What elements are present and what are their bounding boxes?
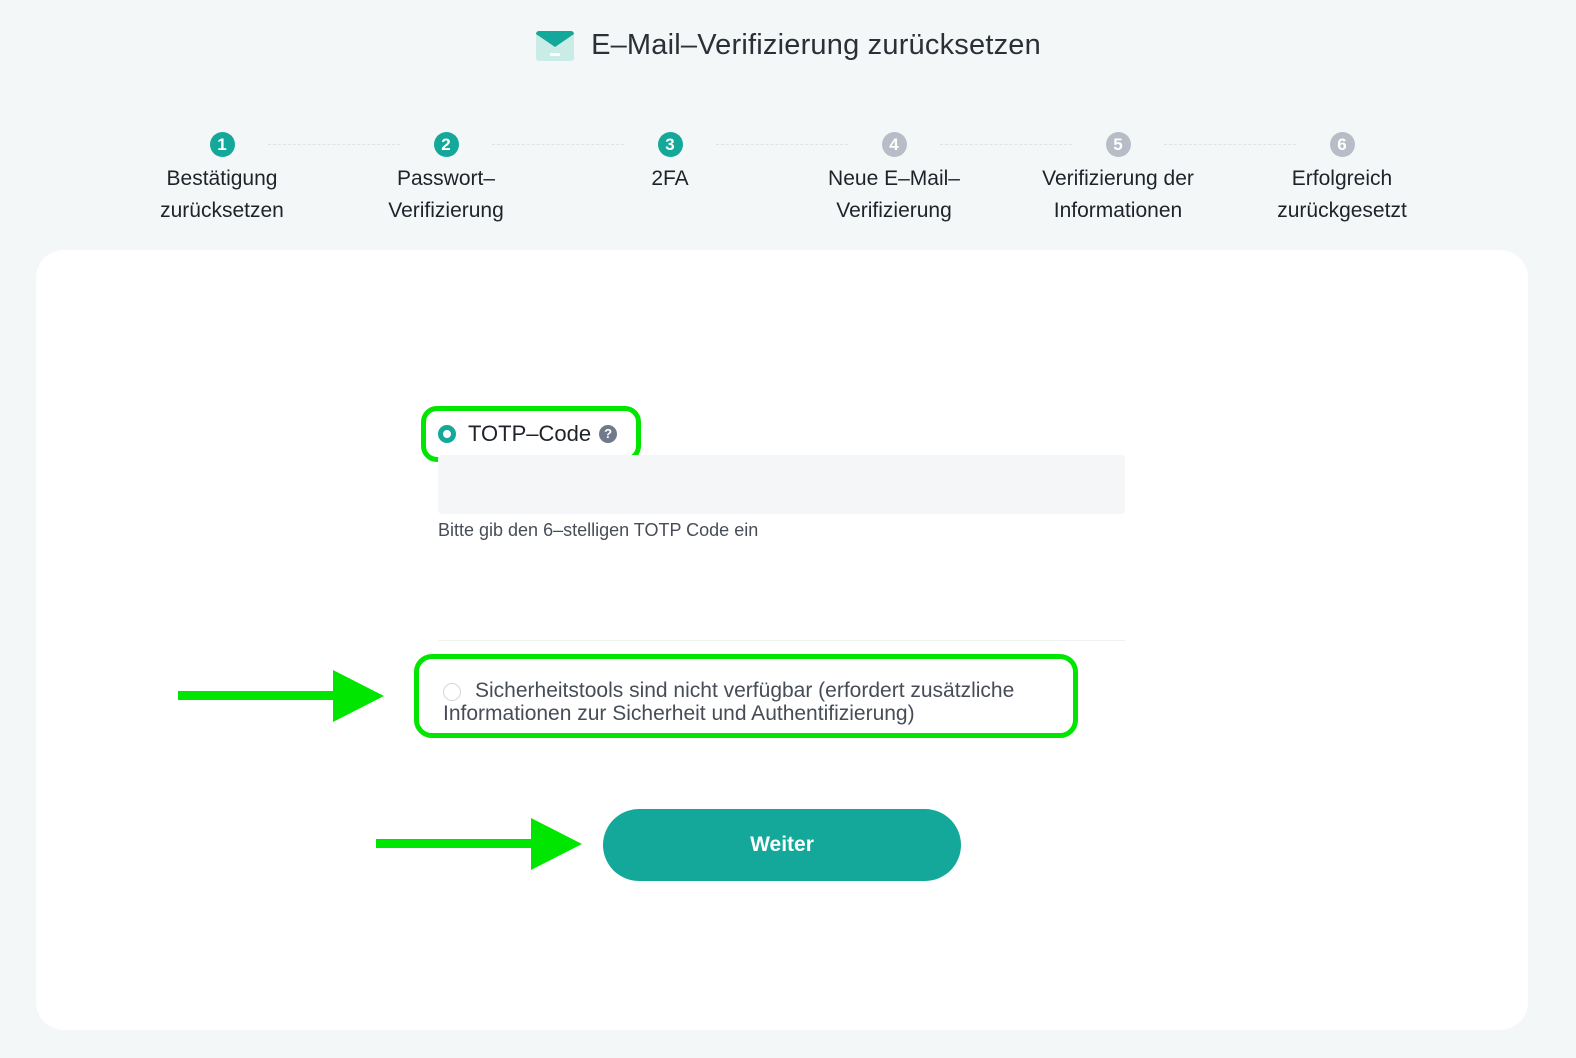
- step-number: 6: [1329, 132, 1355, 157]
- step-label: 2FA: [651, 167, 689, 190]
- step-6: 6 Erfolgreich zurückgesetzt: [1237, 132, 1447, 227]
- step-5: 5 Verifizierung der Informationen: [1013, 132, 1223, 227]
- step-label: Passwort– Verifizierung: [388, 167, 504, 222]
- step-number: 5: [1105, 132, 1131, 157]
- step-label: Erfolgreich zurückgesetzt: [1277, 167, 1407, 222]
- divider: [438, 640, 1125, 641]
- totp-radio[interactable]: [438, 425, 456, 443]
- step-label: Bestätigung zurücksetzen: [160, 167, 284, 222]
- step-2: 2 Passwort– Verifizierung: [341, 132, 551, 227]
- step-number: 1: [209, 132, 235, 157]
- step-number: 3: [657, 132, 683, 157]
- continue-button[interactable]: Weiter: [603, 809, 961, 881]
- annotation-arrow-icon: [178, 670, 384, 722]
- step-label: Verifizierung der Informationen: [1042, 167, 1194, 222]
- totp-option[interactable]: TOTP–Code ?: [421, 406, 641, 462]
- step-number: 2: [433, 132, 459, 157]
- envelope-icon: [536, 31, 575, 61]
- step-1: 1 Bestätigung zurücksetzen: [117, 132, 327, 227]
- security-tools-label: Sicherheitstools sind nicht verfügbar (e…: [443, 679, 1015, 725]
- step-label: Neue E–Mail– Verifizierung: [828, 167, 960, 222]
- totp-hint: Bitte gib den 6–stelligen TOTP Code ein: [438, 520, 759, 540]
- step-number: 4: [881, 132, 907, 157]
- step-4: 4 Neue E–Mail– Verifizierung: [789, 132, 999, 227]
- progress-stepper: 1 Bestätigung zurücksetzen 2 Passwort– V…: [0, 132, 1576, 232]
- annotation-arrow-icon: [376, 818, 582, 870]
- question-circle-icon[interactable]: ?: [599, 425, 618, 443]
- step-3: 3 2FA: [565, 132, 775, 195]
- page-title: E–Mail–Verifizierung zurücksetzen: [591, 28, 1041, 61]
- totp-code-input[interactable]: [438, 455, 1125, 514]
- page-header: E–Mail–Verifizierung zurücksetzen: [0, 28, 1576, 62]
- security-tools-unavailable-option[interactable]: Sicherheitstools sind nicht verfügbar (e…: [414, 654, 1078, 738]
- totp-label: TOTP–Code: [468, 421, 592, 446]
